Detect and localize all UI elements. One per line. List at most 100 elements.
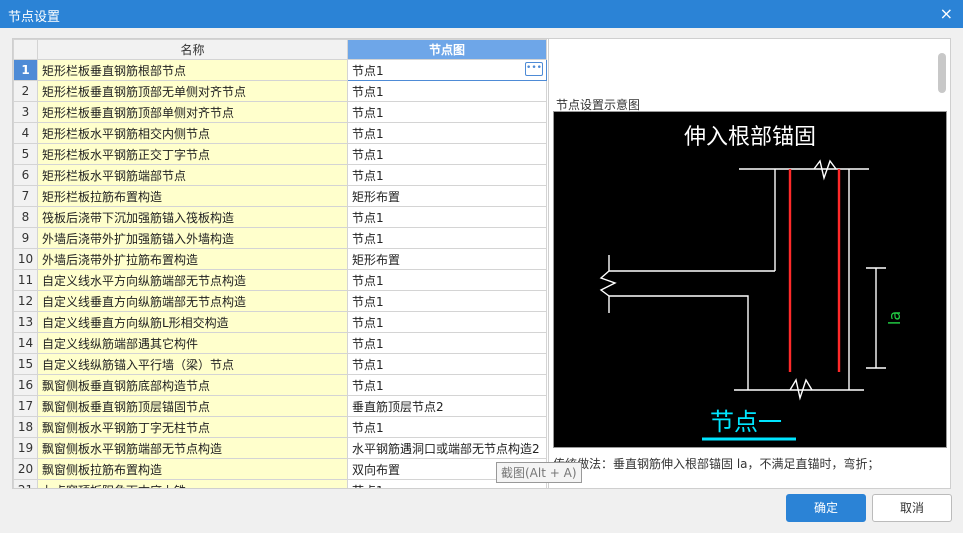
row-number[interactable]: 10 [13,248,38,270]
node-cell[interactable]: 节点1 [347,164,547,186]
node-value: 节点1 [352,315,384,330]
row-number[interactable]: 11 [13,269,38,291]
row-number[interactable]: 16 [13,374,38,396]
row-number[interactable]: 14 [13,332,38,354]
close-icon[interactable]: × [940,4,953,23]
node-value: 节点1 [352,147,384,162]
screenshot-tooltip: 截图(Alt + A) [496,462,582,483]
node-value: 节点1 [352,126,384,141]
ellipsis-icon[interactable]: ••• [525,62,543,76]
node-cell[interactable]: 节点1 [347,101,547,123]
node-label: 节点一 [710,408,782,436]
table-row[interactable]: 9 外墙后浇带外扩加强筋锚入外墙构造 节点1 [13,227,547,249]
node-cell[interactable]: 节点1 [347,80,547,102]
title-bar: 节点设置 × [0,0,963,28]
node-cell[interactable]: 节点1 [347,353,547,375]
table-row[interactable]: 19 飘窗侧板水平钢筋端部无节点构造 水平钢筋遇洞口或端部无节点构造2 [13,437,547,459]
node-value: 节点1 [352,357,384,372]
node-cell[interactable]: 矩形布置 [347,248,547,270]
name-column-header[interactable]: 名称 [37,39,348,60]
name-cell: 矩形栏板垂直钢筋顶部无单侧对齐节点 [37,80,348,102]
name-cell: 自定义线纵筋锚入平行墙（梁）节点 [37,353,348,375]
row-number[interactable]: 18 [13,416,38,438]
name-cell: 自定义线水平方向纵筋端部无节点构造 [37,269,348,291]
node-cell[interactable]: 水平钢筋遇洞口或端部无节点构造2 [347,437,547,459]
row-number[interactable]: 19 [13,437,38,459]
row-number[interactable]: 15 [13,353,38,375]
node-cell[interactable]: 节点1 [347,416,547,438]
node-grid: 名称 节点图 1 矩形栏板垂直钢筋根部节点 节点1 ••• 2 矩形栏板垂直钢筋顶部无单侧… [13,39,549,488]
node-column-header[interactable]: 节点图 [347,39,547,60]
node-cell[interactable]: 节点1 [347,122,547,144]
row-number[interactable]: 12 [13,290,38,312]
node-value: 节点1 [352,63,384,78]
table-row[interactable]: 16 飘窗侧板垂直钢筋底部构造节点 节点1 [13,374,547,396]
node-value: 节点1 [352,484,384,489]
row-number[interactable]: 17 [13,395,38,417]
anchorage-diagram: 伸入根部锚固 la 节点一 [599,125,904,441]
row-number[interactable]: 1 [13,59,38,81]
table-row[interactable]: 14 自定义线纵筋端部遇其它构件 节点1 [13,332,547,354]
node-cell[interactable]: 节点1 [347,311,547,333]
node-cell[interactable]: 垂直筋顶层节点2 [347,395,547,417]
name-cell: 矩形栏板拉筋布置构造 [37,185,348,207]
node-cell[interactable]: 节点1 [347,269,547,291]
node-value: 水平钢筋遇洞口或端部无节点构造2 [352,441,540,456]
row-number-header [13,39,38,60]
ok-button[interactable]: 确定 [786,494,866,522]
table-row[interactable]: 15 自定义线纵筋锚入平行墙（梁）节点 节点1 [13,353,547,375]
table-row[interactable]: 4 矩形栏板水平钢筋相交内侧节点 节点1 [13,122,547,144]
name-cell: 矩形栏板水平钢筋相交内侧节点 [37,122,348,144]
wall-outline [599,159,886,401]
table-row[interactable]: 6 矩形栏板水平钢筋端部节点 节点1 [13,164,547,186]
table-row[interactable]: 8 筏板后浇带下沉加强筋锚入筏板构造 节点1 [13,206,547,228]
row-number[interactable]: 3 [13,101,38,123]
diagram-canvas: 伸入根部锚固 la 节点一 [553,111,947,448]
name-cell: 外墙后浇带外扩加强筋锚入外墙构造 [37,227,348,249]
row-number[interactable]: 9 [13,227,38,249]
name-cell: 自定义线垂直方向纵筋端部无节点构造 [37,290,348,312]
node-cell[interactable]: 节点1 ••• [347,59,547,81]
table-row[interactable]: 20 飘窗侧板拉筋布置构造 双向布置 [13,458,547,480]
rebar-lines [788,169,841,372]
row-number[interactable]: 5 [13,143,38,165]
row-number[interactable]: 7 [13,185,38,207]
dimension-label: la [885,311,904,325]
preview-panel: 节点设置示意图 伸入根部锚固 la 节点一 传统做法：垂直钢筋伸入根部锚固 la… [553,92,949,487]
row-number[interactable]: 4 [13,122,38,144]
table-row[interactable]: 12 自定义线垂直方向纵筋端部无节点构造 节点1 [13,290,547,312]
name-cell: 飘窗侧板拉筋布置构造 [37,458,348,480]
node-cell[interactable]: 节点1 [347,374,547,396]
name-cell: 筏板后浇带下沉加强筋锚入筏板构造 [37,206,348,228]
table-row[interactable]: 11 自定义线水平方向纵筋端部无节点构造 节点1 [13,269,547,291]
table-row[interactable]: 13 自定义线垂直方向纵筋L形相交构造 节点1 [13,311,547,333]
node-value: 矩形布置 [352,189,401,204]
table-row[interactable]: 2 矩形栏板垂直钢筋顶部无单侧对齐节点 节点1 [13,80,547,102]
cancel-button[interactable]: 取消 [872,494,952,522]
node-cell[interactable]: 矩形布置 [347,185,547,207]
node-cell[interactable]: 节点1 [347,227,547,249]
node-value: 节点1 [352,105,384,120]
row-number[interactable]: 2 [13,80,38,102]
table-row[interactable]: 10 外墙后浇带外扩拉筋布置构造 矩形布置 [13,248,547,270]
table-row[interactable]: 18 飘窗侧板水平钢筋丁字无柱节点 节点1 [13,416,547,438]
row-number[interactable]: 20 [13,458,38,480]
table-row[interactable]: 5 矩形栏板水平钢筋正交丁字节点 节点1 [13,143,547,165]
table-row[interactable]: 1 矩形栏板垂直钢筋根部节点 节点1 ••• [13,59,547,81]
row-number[interactable]: 13 [13,311,38,333]
node-cell[interactable]: 节点1 [347,290,547,312]
row-number[interactable]: 6 [13,164,38,186]
scrollbar-thumb[interactable] [938,53,946,93]
table-row[interactable]: 17 飘窗侧板垂直钢筋顶层锚固节点 垂直筋顶层节点2 [13,395,547,417]
node-cell[interactable]: 节点1 [347,332,547,354]
main-panel: 名称 节点图 1 矩形栏板垂直钢筋根部节点 节点1 ••• 2 矩形栏板垂直钢筋顶部无单侧… [12,38,951,489]
node-cell[interactable]: 节点1 [347,143,547,165]
row-number[interactable]: 8 [13,206,38,228]
table-row[interactable]: 3 矩形栏板垂直钢筋顶部单侧对齐节点 节点1 [13,101,547,123]
row-number[interactable]: 21 [13,479,38,488]
node-cell[interactable]: 节点1 [347,206,547,228]
diagram-title: 伸入根部锚固 [684,125,816,150]
table-row[interactable]: 7 矩形栏板拉筋布置构造 矩形布置 [13,185,547,207]
name-cell: 自定义线垂直方向纵筋L形相交构造 [37,311,348,333]
table-row[interactable]: 21九点窗顶板阳角下末底上铁节点1 [13,479,547,489]
